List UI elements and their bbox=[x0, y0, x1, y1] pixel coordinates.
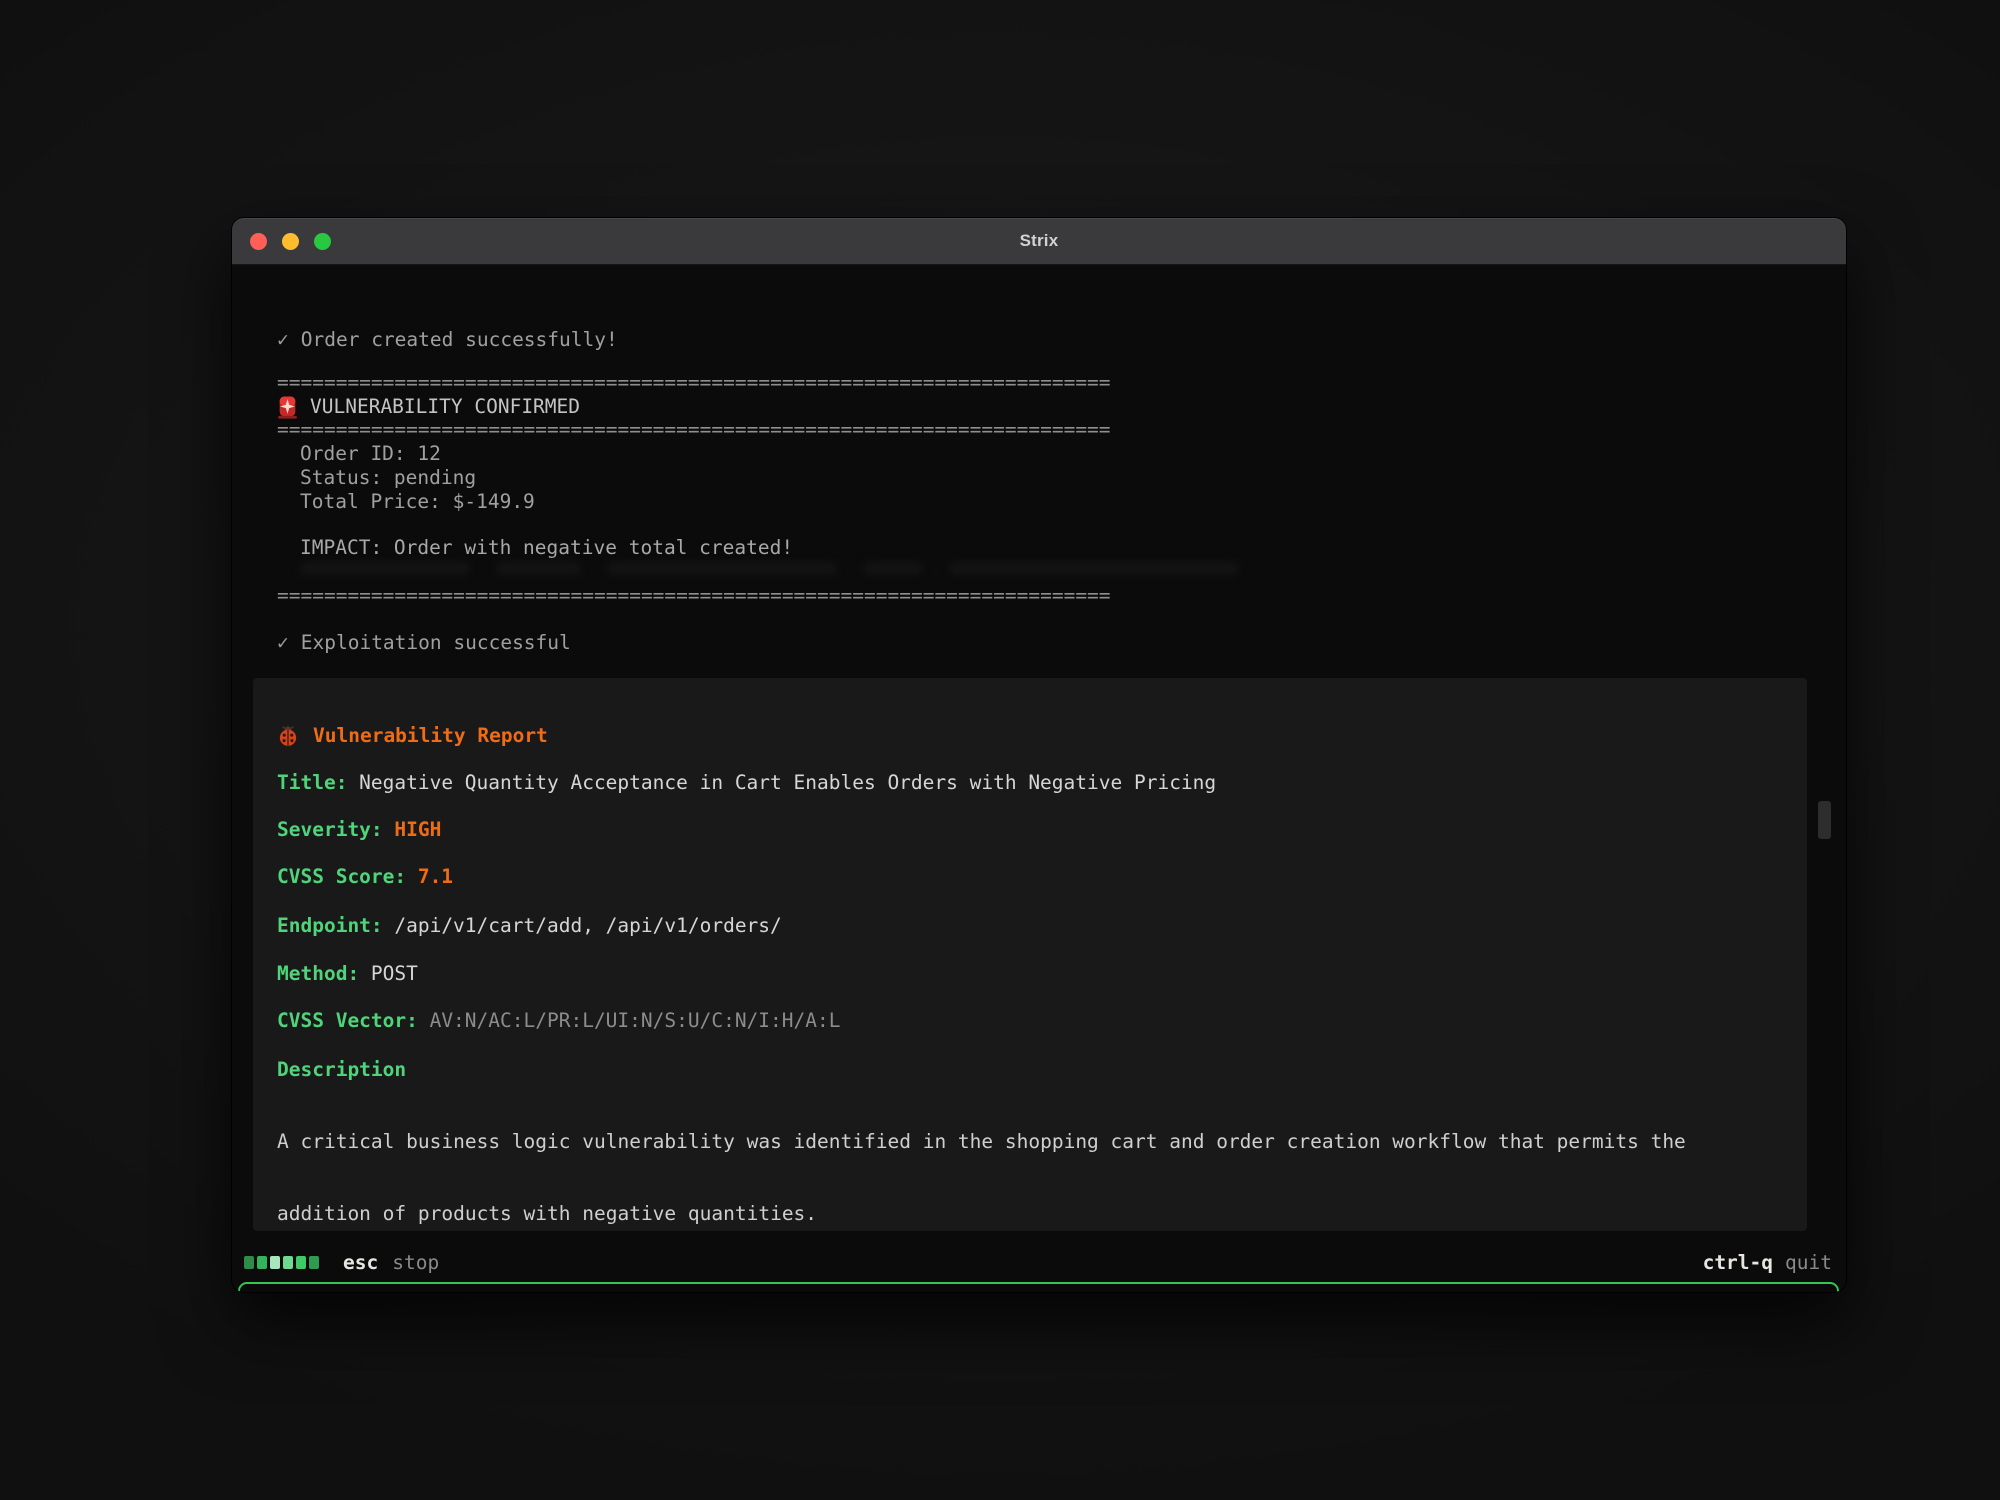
report-cvss-score-row: CVSS Score:7.1 bbox=[277, 865, 453, 889]
spinner-block bbox=[270, 1256, 280, 1269]
separator-line: ========================================… bbox=[277, 418, 1111, 442]
esc-action-label: stop bbox=[392, 1251, 439, 1274]
check-icon: ✓ bbox=[277, 328, 289, 352]
spinner-block bbox=[309, 1256, 319, 1269]
spinner-block bbox=[257, 1256, 267, 1269]
description-body: A critical business logic vulnerability … bbox=[277, 1082, 1745, 1231]
quit-hint-group: ctrl-q quit bbox=[1703, 1251, 1832, 1274]
vulnerability-report-panel: Vulnerability Report Title:Negative Quan… bbox=[253, 678, 1807, 1231]
description-line: addition of products with negative quant… bbox=[277, 1202, 1745, 1226]
quit-key-hint: ctrl-q bbox=[1703, 1251, 1773, 1274]
report-endpoint-row: Endpoint:/api/v1/cart/add, /api/v1/order… bbox=[277, 914, 782, 938]
vulnerability-confirmed-line: VULNERABILITY CONFIRMED bbox=[277, 395, 580, 419]
description-heading: Description bbox=[277, 1058, 406, 1082]
strix-terminal-window: Strix ✓ Order created successfully! =====… bbox=[232, 218, 1846, 1292]
command-input[interactable]: > bbox=[238, 1282, 1839, 1292]
status-bar: esc stop ctrl-q quit bbox=[244, 1248, 1832, 1276]
quit-action-label: quit bbox=[1785, 1251, 1832, 1274]
exploitation-success-text: Exploitation successful bbox=[301, 631, 571, 654]
report-heading-row: Vulnerability Report bbox=[277, 724, 548, 748]
scrollbar-thumb[interactable] bbox=[1818, 801, 1831, 839]
order-success-text: Order created successfully! bbox=[301, 328, 618, 351]
order-id-line: Order ID: 12 bbox=[300, 442, 441, 466]
vulnerability-confirmed-text: VULNERABILITY CONFIRMED bbox=[310, 395, 580, 419]
spinner-block bbox=[296, 1256, 306, 1269]
report-cvss-vector-row: CVSS Vector:AV:N/AC:L/PR:L/UI:N/S:U/C:N/… bbox=[277, 1009, 840, 1033]
check-icon: ✓ bbox=[277, 631, 289, 655]
rotating-light-icon bbox=[277, 396, 298, 419]
terminal-content: ✓ Order created successfully! ===========… bbox=[232, 264, 1846, 1292]
impact-line: IMPACT: Order with negative total create… bbox=[300, 536, 793, 560]
separator-line: ========================================… bbox=[277, 584, 1111, 608]
spinner-block bbox=[244, 1256, 254, 1269]
total-price-line: Total Price: $-149.9 bbox=[300, 490, 535, 514]
esc-key-hint: esc bbox=[343, 1251, 378, 1274]
desktop-background: Strix ✓ Order created successfully! =====… bbox=[0, 0, 2000, 1500]
window-titlebar[interactable]: Strix bbox=[232, 218, 1846, 265]
ladybug-icon bbox=[277, 725, 299, 747]
severity-badge: HIGH bbox=[394, 818, 441, 841]
order-status-line: Status: pending bbox=[300, 466, 476, 490]
exploitation-success-line: ✓ Exploitation successful bbox=[277, 631, 571, 655]
description-line: A critical business logic vulnerability … bbox=[277, 1130, 1745, 1154]
spinner-block bbox=[283, 1256, 293, 1269]
report-title-row: Title:Negative Quantity Acceptance in Ca… bbox=[277, 771, 1216, 795]
activity-spinner bbox=[244, 1256, 319, 1269]
report-method-row: Method:POST bbox=[277, 962, 418, 986]
cvss-score-value: 7.1 bbox=[418, 865, 453, 888]
separator-line: ========================================… bbox=[277, 371, 1111, 395]
window-title: Strix bbox=[232, 218, 1846, 264]
report-heading-text: Vulnerability Report bbox=[313, 724, 548, 748]
report-severity-row: Severity:HIGH bbox=[277, 818, 441, 842]
dimmed-text-smudge bbox=[300, 562, 1239, 575]
order-success-line: ✓ Order created successfully! bbox=[277, 328, 618, 352]
